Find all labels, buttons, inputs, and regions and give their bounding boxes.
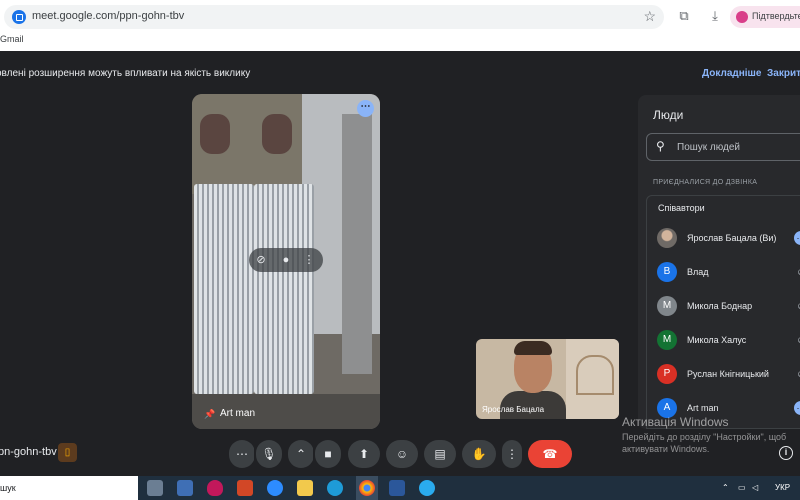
end-call-button[interactable]: ☎ xyxy=(528,440,572,468)
meeting-info-icon[interactable]: i xyxy=(779,446,793,460)
more-options-icon[interactable]: ⋯ xyxy=(794,231,800,245)
people-search-placeholder: Пошук людей xyxy=(677,142,741,153)
chrome-icon[interactable] xyxy=(359,480,375,496)
participant-row[interactable]: М Микола Боднар ⊘ xyxy=(657,294,800,318)
taskbar-search-text: шук xyxy=(0,483,16,493)
emoji-reaction-button[interactable]: ☺ xyxy=(386,440,418,468)
language-indicator[interactable]: УКР xyxy=(775,483,790,492)
more-audio-options-button[interactable]: ⋯ xyxy=(229,440,255,468)
meet-site-icon xyxy=(12,10,26,24)
camera-options-chevron-icon[interactable]: ⌃ xyxy=(288,440,314,468)
contributors-group-label[interactable]: Співавтори xyxy=(658,203,705,213)
avatar: М xyxy=(657,296,677,316)
participant-name: Ярослав Бацала (Ви) xyxy=(687,233,777,243)
contributors-group: Співавтори Ярослав Бацала (Ви) ⋯ В Влад … xyxy=(646,195,800,429)
video-equipment xyxy=(200,114,230,154)
download-icon[interactable]: ⤓ xyxy=(707,8,723,24)
tile-hover-controls: ⊘ ● ⋮ xyxy=(249,248,323,272)
self-view-hair xyxy=(514,341,552,355)
more-vert-icon[interactable]: ⋮ xyxy=(301,252,317,268)
raise-hand-button[interactable]: ✋ xyxy=(462,440,496,468)
zoom-icon[interactable] xyxy=(267,480,283,496)
participant-name: Art man xyxy=(687,403,719,413)
people-search-input[interactable]: ⚲ Пошук людей xyxy=(646,133,800,161)
unpin-icon[interactable]: ⊘ xyxy=(253,252,269,268)
avatar: М xyxy=(657,330,677,350)
self-view-name: Ярослав Бацала xyxy=(482,405,545,414)
windows-taskbar: шук ⌃ ▭ ◁ УКР xyxy=(0,476,800,500)
avatar xyxy=(657,228,677,248)
self-view-shelf xyxy=(576,355,614,395)
profile-avatar-icon xyxy=(736,11,748,23)
mic-off-icon[interactable]: ⊘ xyxy=(794,265,800,279)
mic-icon[interactable]: ● xyxy=(278,252,294,268)
browser-chrome: meet.google.com/ppn-gohn-tbv ☆ ⧉ ⤓ Підтв… xyxy=(0,0,800,51)
present-screen-button[interactable]: ⬆ xyxy=(348,440,380,468)
mic-button[interactable]: 🎙 xyxy=(256,440,282,468)
mic-off-icon[interactable]: ⊘ xyxy=(794,333,800,347)
captions-button[interactable]: ▤ xyxy=(424,440,456,468)
meeting-badge-icon[interactable]: ▯ xyxy=(58,443,77,462)
participant-name: Art man xyxy=(220,408,256,419)
notice-details-link[interactable]: Докладніше xyxy=(702,68,761,79)
file-explorer-icon[interactable] xyxy=(297,480,313,496)
telegram-icon[interactable] xyxy=(419,480,435,496)
windows-activation-text: Перейдіть до розділу "Настройки", щоб ак… xyxy=(622,432,787,454)
search-icon: ⚲ xyxy=(656,139,665,153)
url-text[interactable]: meet.google.com/ppn-gohn-tbv xyxy=(32,10,184,22)
more-options-button[interactable]: ⋮ xyxy=(502,440,522,468)
participant-name-label: 📌 Art man xyxy=(204,408,255,419)
participant-row[interactable]: М Микола Халус ⊘ xyxy=(657,328,800,352)
avatar: В xyxy=(657,262,677,282)
windows-activation-title: Активація Windows xyxy=(622,415,729,429)
camera-button[interactable]: ■ xyxy=(315,440,341,468)
extensions-icon[interactable]: ⧉ xyxy=(676,8,692,24)
participant-name: Руслан Кнігницький xyxy=(687,369,769,379)
save-app-icon[interactable] xyxy=(177,480,193,496)
mic-off-icon[interactable]: ⊘ xyxy=(794,367,800,381)
video-structure xyxy=(342,114,372,374)
bookmark-gmail[interactable]: Gmail xyxy=(0,34,24,44)
participant-name: Микола Боднар xyxy=(687,301,753,311)
tile-more-options-icon[interactable]: ⋯ xyxy=(357,100,374,117)
profile-confirm-button[interactable]: Підтвердьте св xyxy=(730,6,800,28)
joined-section-label: ПРИЄДНАЛИСЯ ДО ДЗВІНКА xyxy=(653,179,758,186)
self-view-tile[interactable]: Ярослав Бацала xyxy=(476,339,619,419)
people-panel-title: Люди xyxy=(653,108,684,122)
word-icon[interactable] xyxy=(389,480,405,496)
mic-off-icon[interactable]: ⊘ xyxy=(794,299,800,313)
bookmark-star-icon[interactable]: ☆ xyxy=(643,8,656,25)
participant-row[interactable]: Р Руслан Кнігницький ⊘ xyxy=(657,362,800,386)
video-radiator xyxy=(194,184,254,394)
participant-name: Микола Халус xyxy=(687,335,747,345)
network-icon[interactable]: ▭ xyxy=(738,483,746,492)
meeting-code: pn-gohn-tbv xyxy=(0,446,57,458)
powerpoint-icon[interactable] xyxy=(237,480,253,496)
address-bar[interactable]: meet.google.com/ppn-gohn-tbv ☆ xyxy=(4,5,664,29)
notice-close-link[interactable]: Закрити xyxy=(767,68,800,79)
participant-video-tile[interactable]: ⋯ ⊘ ● ⋮ 📌 Art man xyxy=(192,94,380,429)
participant-name: Влад xyxy=(687,267,709,277)
taskbar-search[interactable]: шук xyxy=(0,476,138,500)
pin-icon: 📌 xyxy=(204,409,216,419)
profile-confirm-label: Підтвердьте св xyxy=(752,11,800,21)
people-panel: Люди ⚲ Пошук людей ПРИЄДНАЛИСЯ ДО ДЗВІНК… xyxy=(638,95,800,429)
extension-notice-bar: овлені розширення можуть впливати на які… xyxy=(0,61,800,86)
participant-row[interactable]: Ярослав Бацала (Ви) ⋯ xyxy=(657,226,800,250)
edge-icon[interactable] xyxy=(327,480,343,496)
tray-chevron-icon[interactable]: ⌃ xyxy=(722,483,729,492)
video-equipment xyxy=(262,114,292,154)
task-view-icon[interactable] xyxy=(147,480,163,496)
notice-text: овлені розширення можуть впливати на які… xyxy=(0,68,251,79)
paint-app-icon[interactable] xyxy=(207,480,223,496)
avatar: Р xyxy=(657,364,677,384)
more-options-icon[interactable]: ⋯ xyxy=(794,401,800,415)
participant-row[interactable]: В Влад ⊘ xyxy=(657,260,800,284)
video-radiator xyxy=(254,184,314,394)
volume-icon[interactable]: ◁ xyxy=(752,483,758,492)
